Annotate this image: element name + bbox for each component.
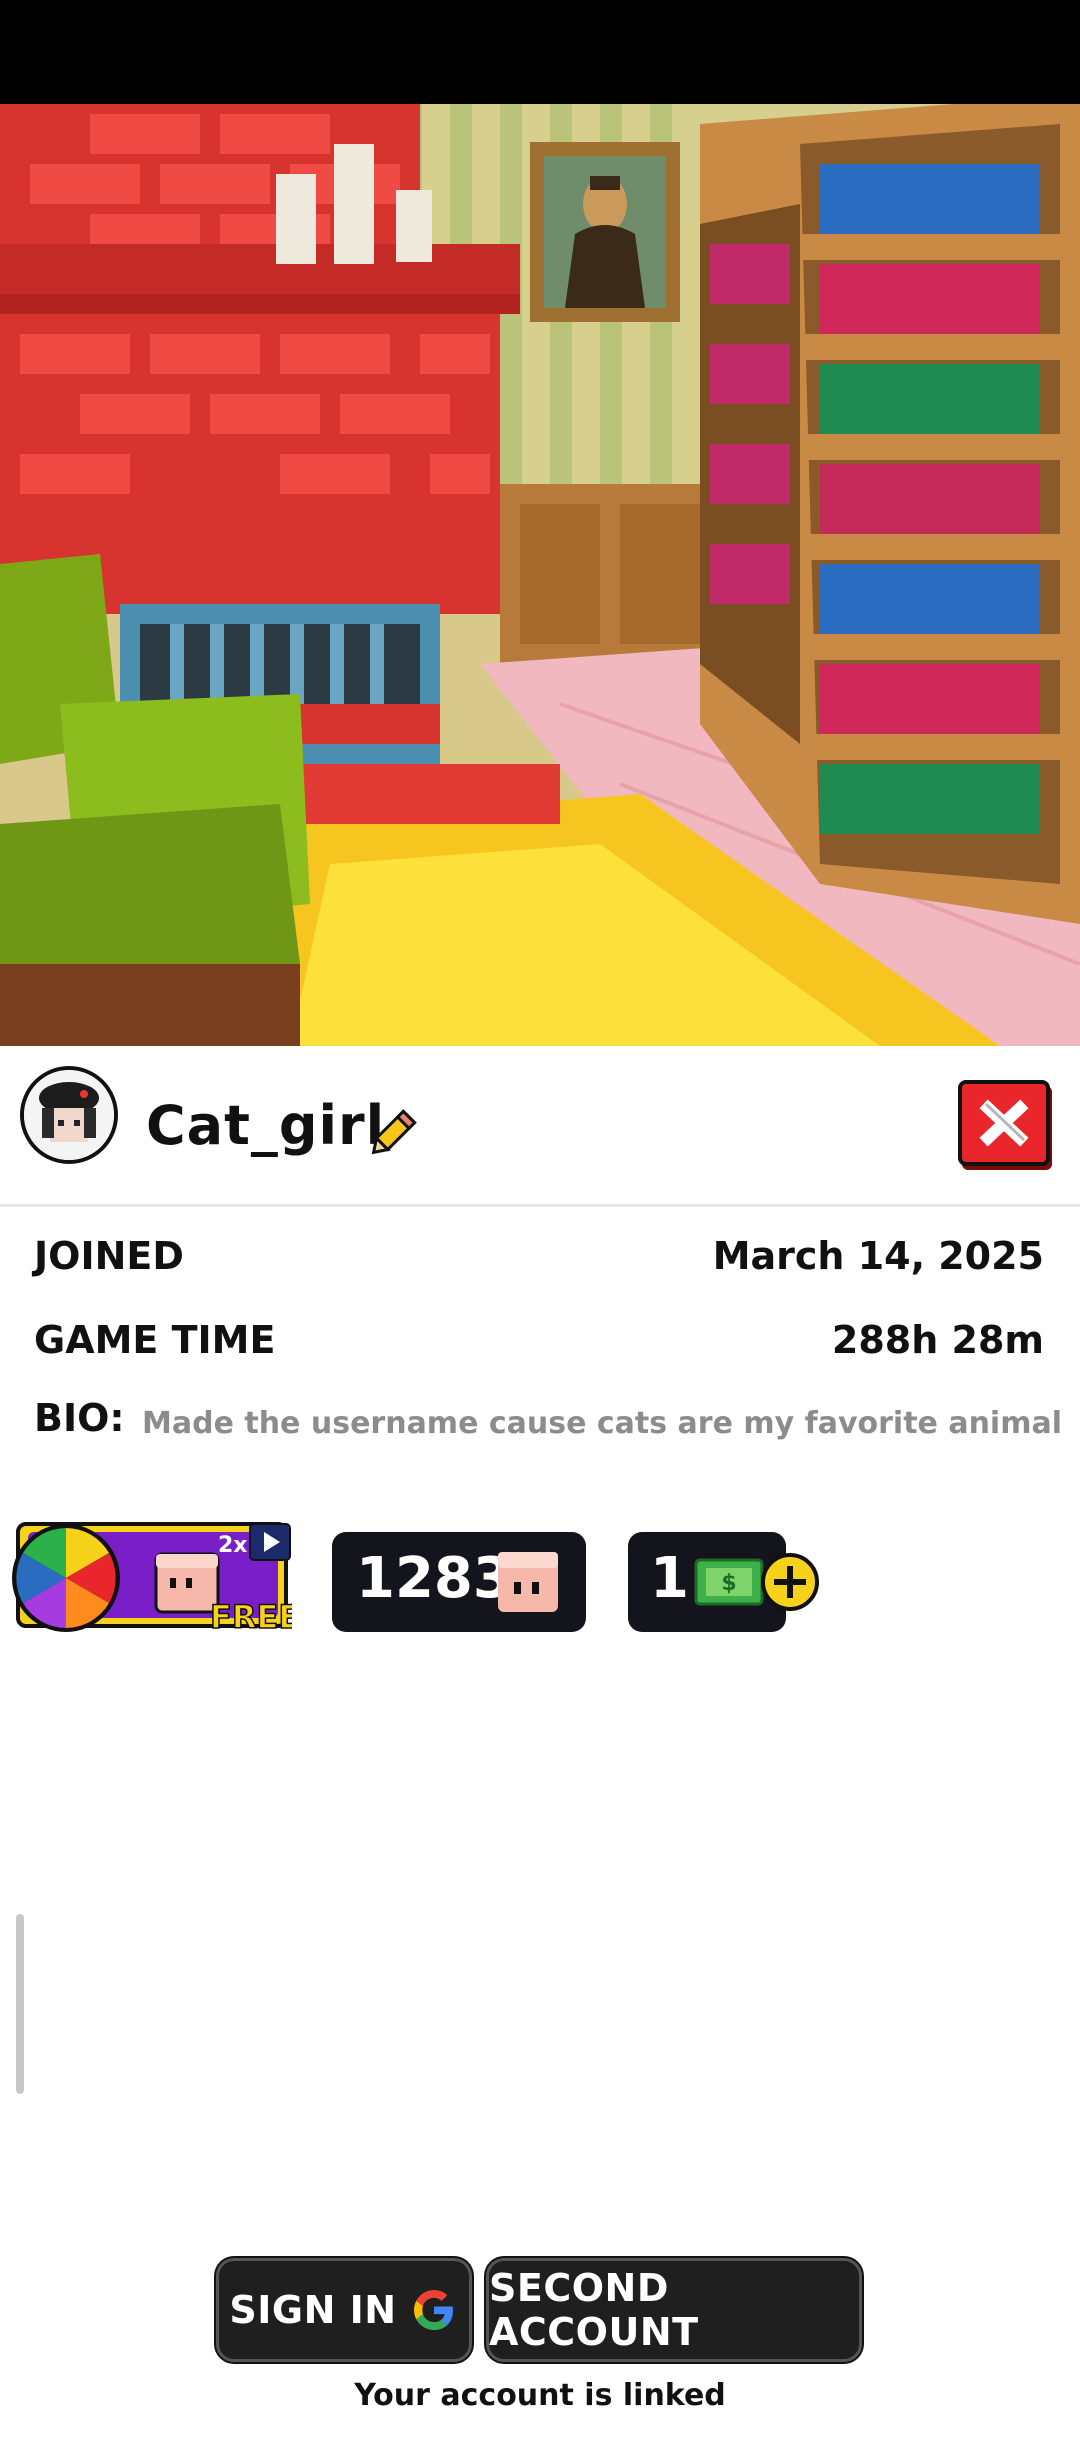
room-scene <box>0 104 1080 1046</box>
free-spin-offer-button[interactable]: 2x FREE <box>10 1516 301 1637</box>
second-account-label: SECOND ACCOUNT <box>489 2266 699 2354</box>
spin-wheel-icon <box>12 1524 120 1632</box>
google-icon <box>413 2290 453 2330</box>
profile-header: Cat_girl <box>0 1046 1080 1207</box>
close-icon <box>958 1080 1052 1170</box>
pencil-icon[interactable] <box>364 1106 420 1162</box>
sign-in-button[interactable]: SIGN IN <box>216 2258 472 2362</box>
status-bar <box>0 0 1080 104</box>
pig-coin-icon <box>154 1552 220 1614</box>
svg-text:$: $ <box>721 1571 736 1596</box>
scrollbar[interactable] <box>16 1914 24 2094</box>
sign-in-label: SIGN IN <box>229 2288 397 2332</box>
bio-text: Made the username cause cats are my favo… <box>142 1406 1062 1441</box>
pig-coin-icon <box>498 1552 558 1612</box>
bio-label: BIO: <box>34 1396 125 1440</box>
video-ad-icon <box>249 1523 291 1561</box>
account-linked-status: Your account is linked <box>354 2378 726 2413</box>
avatar-icon <box>24 1070 114 1160</box>
cash-icon: $ <box>694 1558 764 1606</box>
joined-value: March 14, 2025 <box>712 1234 1044 1278</box>
cash-amount: 1 <box>650 1546 689 1611</box>
username: Cat_girl <box>146 1094 386 1157</box>
game-time-value: 288h 28m <box>831 1318 1044 1362</box>
plus-icon <box>761 1553 819 1611</box>
spin-multiplier: 2x <box>218 1533 248 1558</box>
coin-balance[interactable]: 1283 <box>332 1532 586 1632</box>
free-label: FREE <box>210 1598 292 1634</box>
joined-label: JOINED <box>34 1234 184 1278</box>
game-time-label: GAME TIME <box>34 1318 276 1362</box>
second-account-button[interactable]: SECOND ACCOUNT <box>486 2258 862 2362</box>
avatar[interactable] <box>20 1066 118 1164</box>
coin-amount: 1283 <box>356 1546 512 1611</box>
add-cash-button[interactable] <box>760 1552 820 1612</box>
close-button[interactable] <box>956 1078 1056 1174</box>
